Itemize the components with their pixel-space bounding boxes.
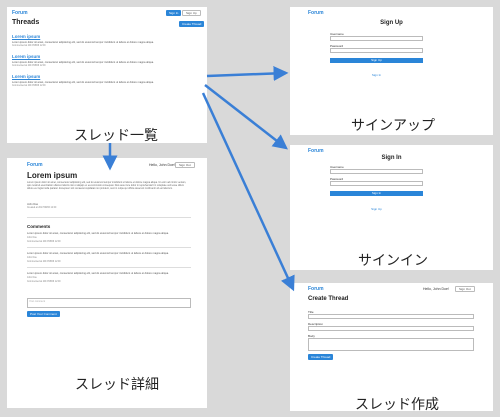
- arrow-list-to-create-thread: [201, 92, 295, 292]
- flow-arrows: [102, 65, 295, 292]
- arrow-list-to-sign-up: [206, 65, 289, 81]
- arrow-list-to-sign-in: [204, 84, 288, 150]
